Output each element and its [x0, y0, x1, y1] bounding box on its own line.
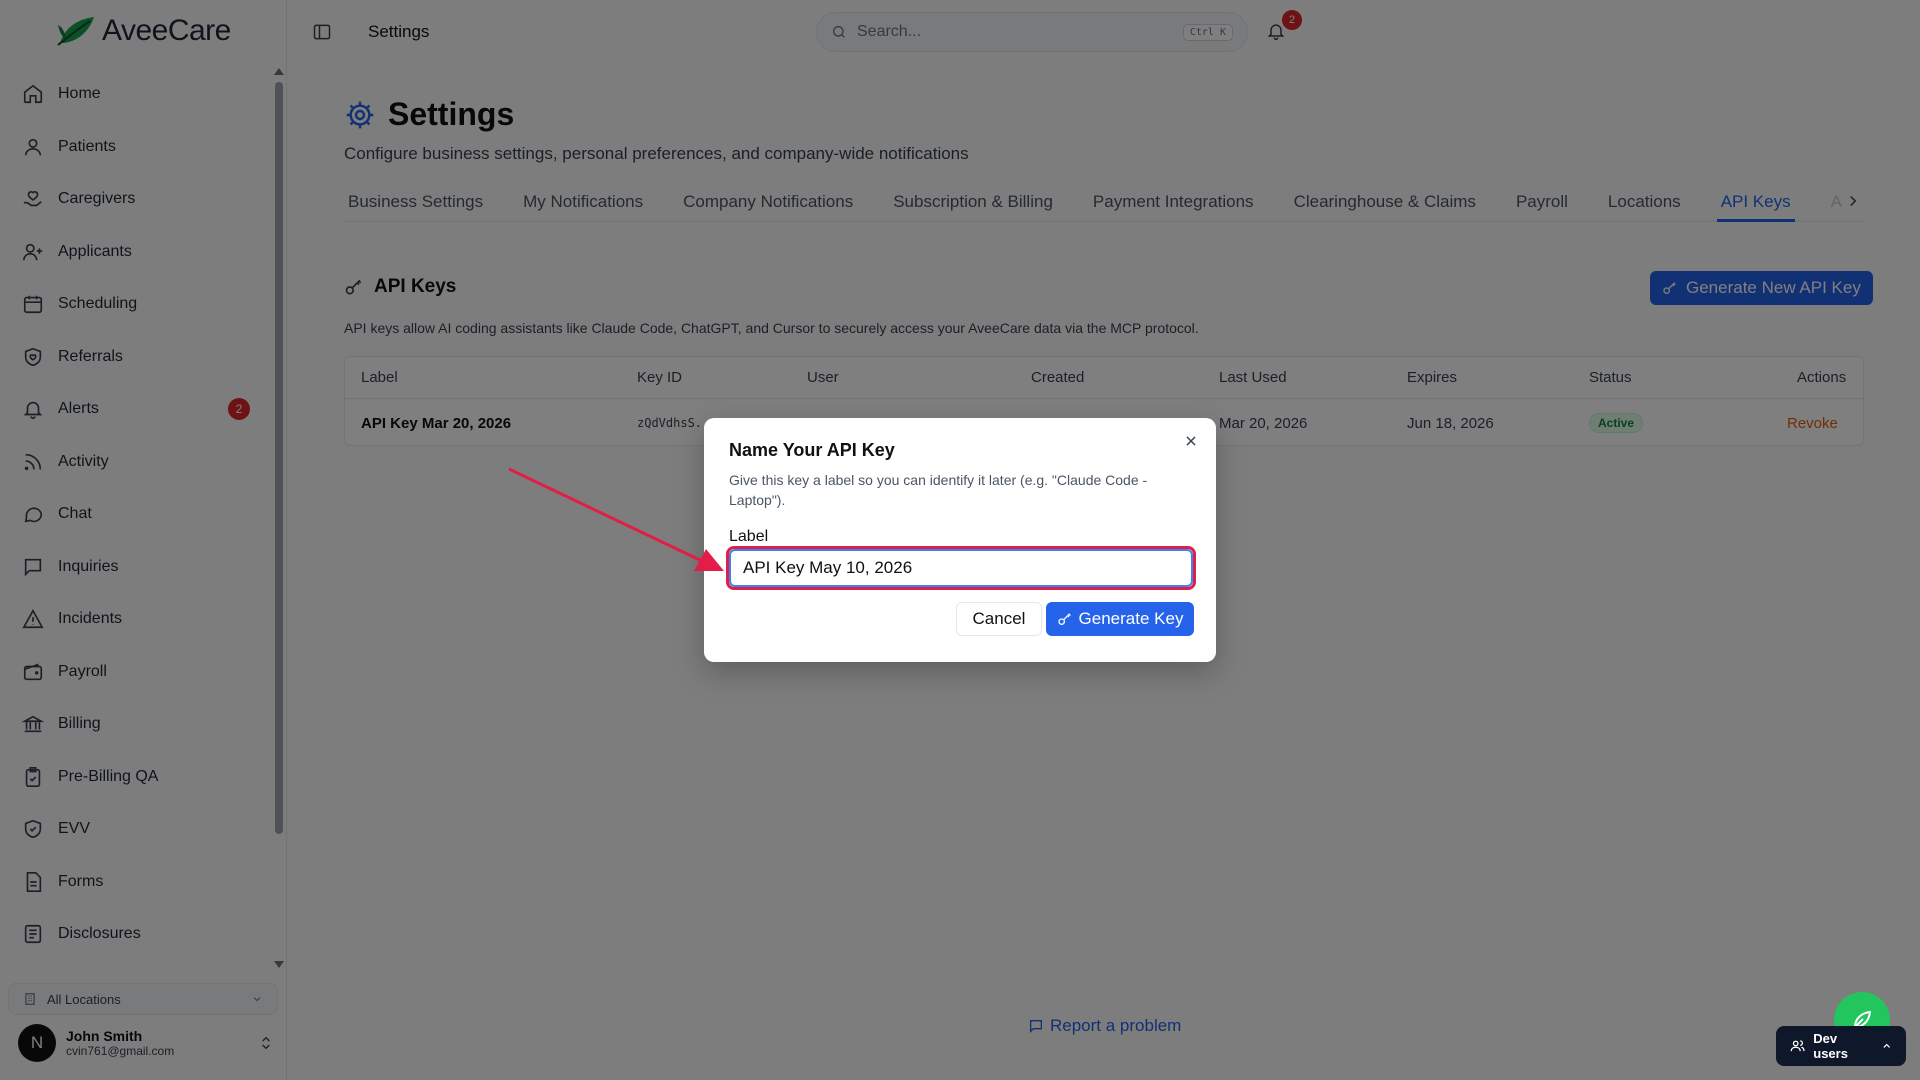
dev-users-button[interactable]: Dev users	[1776, 1026, 1906, 1066]
generate-key-button[interactable]: Generate Key	[1046, 602, 1194, 636]
close-icon[interactable]	[1184, 434, 1198, 448]
key-icon	[1057, 613, 1071, 625]
dialog-title: Name Your API Key	[729, 440, 895, 460]
dev-users-label: Dev users	[1813, 1031, 1848, 1061]
label-field-label: Label	[729, 528, 769, 545]
cancel-button[interactable]: Cancel	[956, 602, 1042, 636]
generate-key-label: Generate Key	[1078, 609, 1184, 628]
users-icon	[1790, 1040, 1805, 1052]
chevron-up-icon	[1883, 1043, 1890, 1048]
name-api-key-dialog: Name Your API Key Give this key a label …	[704, 418, 1216, 662]
key-label-input[interactable]	[729, 549, 1193, 587]
dialog-description: Give this key a label so you can identif…	[729, 472, 1148, 508]
